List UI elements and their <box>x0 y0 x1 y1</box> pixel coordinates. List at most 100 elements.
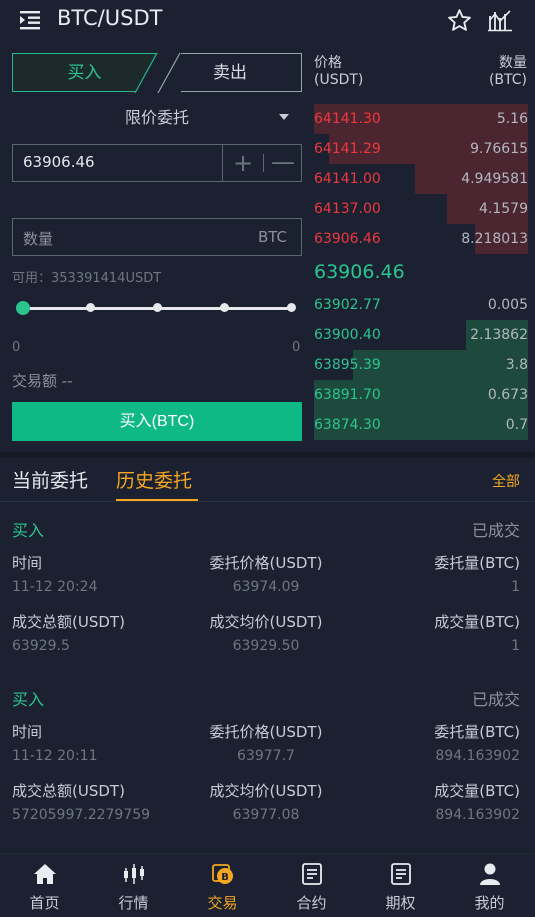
header-line: 价格 <box>314 55 342 71</box>
nav-label: 交易 <box>207 894 238 912</box>
nav-options[interactable]: 期权 <box>356 854 445 917</box>
header-line: 数量 <box>499 55 527 71</box>
nav-profile[interactable]: 我的 <box>445 854 534 917</box>
decrease-price-button[interactable]: — <box>271 149 295 177</box>
bid-row[interactable]: 63902.77 0.005 <box>314 290 528 320</box>
ask-row[interactable]: 64141.00 4.949581 <box>314 164 528 194</box>
header-line: (USDT) <box>314 72 364 88</box>
ask-price: 64137.00 <box>314 201 381 217</box>
ask-price: 63906.46 <box>314 231 381 247</box>
bid-price: 63891.70 <box>314 387 381 403</box>
nav-trade[interactable]: B 交易 <box>178 854 267 917</box>
slider-step-75[interactable] <box>220 303 229 312</box>
slider-step-100[interactable] <box>287 303 296 312</box>
section-divider <box>0 452 535 458</box>
history-order-card[interactable]: 买入 已成交 时间 委托价格(USDT) 委托量(BTC) 11-12 20:1… <box>0 686 535 854</box>
orderbook-price-header: 价格 (USDT) <box>314 55 363 89</box>
ask-row[interactable]: 64137.00 4.1579 <box>314 194 528 224</box>
slider-step-50[interactable] <box>153 303 162 312</box>
nav-label: 期权 <box>385 894 416 912</box>
bid-qty: 0.673 <box>487 387 528 403</box>
bottom-nav: 首页 行情 B 交易 合约 期权 我的 <box>0 853 535 917</box>
order-filled: 894.163902 <box>435 807 520 823</box>
ask-qty: 9.76615 <box>470 141 528 157</box>
trade-coin-icon: B <box>212 864 233 884</box>
order-status: 已成交 <box>471 521 520 540</box>
tab-current-orders[interactable]: 当前委托 <box>12 466 88 493</box>
available-balance: 可用：353391414USDT <box>12 271 162 286</box>
ask-row[interactable]: 64141.29 9.76615 <box>314 134 528 164</box>
chart-icon[interactable] <box>488 8 512 32</box>
menu-collapse-icon[interactable] <box>20 10 42 30</box>
buy-button[interactable]: 买入(BTC) <box>12 402 302 441</box>
star-icon[interactable] <box>447 8 472 33</box>
order-side: 买入 <box>12 690 45 709</box>
tab-divider <box>134 52 181 94</box>
divider <box>0 501 535 502</box>
nav-label: 行情 <box>118 894 149 912</box>
bid-row[interactable]: 63900.40 2.13862 <box>314 320 528 350</box>
order-filled: 1 <box>511 638 520 654</box>
bid-qty: 3.8 <box>505 357 528 373</box>
label-filled: 成交量(BTC) <box>434 782 520 800</box>
header-line: (BTC) <box>488 72 527 88</box>
caret-down-icon[interactable] <box>279 114 289 120</box>
label-order-amount: 委托量(BTC) <box>434 723 520 741</box>
page-title[interactable]: BTC/USDT <box>57 6 162 30</box>
history-order-card[interactable]: 买入 已成交 时间 委托价格(USDT) 委托量(BTC) 11-12 20:2… <box>0 517 535 685</box>
order-price: 63974.09 <box>232 579 300 595</box>
ask-price: 64141.29 <box>314 141 381 157</box>
order-amount: 1 <box>511 579 520 595</box>
ask-qty: 5.16 <box>496 111 528 127</box>
increase-price-button[interactable]: + <box>231 149 255 177</box>
bid-qty: 2.13862 <box>470 327 528 343</box>
slider-step-25[interactable] <box>86 303 95 312</box>
divider <box>222 145 223 181</box>
nav-contract[interactable]: 合约 <box>267 854 356 917</box>
header: BTC/USDT <box>0 0 535 42</box>
candlestick-icon <box>124 864 144 884</box>
order-side: 买入 <box>12 521 45 540</box>
orderbook-qty-header: 数量 (BTC) <box>489 55 527 89</box>
svg-text:B: B <box>221 872 229 883</box>
contract-icon <box>302 863 322 885</box>
price-value[interactable]: 63906.46 <box>23 153 95 171</box>
ask-price: 64141.30 <box>314 111 381 127</box>
ask-price: 64141.00 <box>314 171 381 187</box>
divider <box>263 154 264 172</box>
tab-order-history[interactable]: 历史委托 <box>116 466 192 493</box>
ask-qty: 8.218013 <box>461 231 528 247</box>
ask-row[interactable]: 63906.46 8.218013 <box>314 224 528 254</box>
nav-label: 合约 <box>296 894 327 912</box>
bid-price: 63902.77 <box>314 297 381 313</box>
quantity-input[interactable]: 数量 BTC <box>12 218 302 256</box>
bid-price: 63895.39 <box>314 357 381 373</box>
bid-row[interactable]: 63874.30 0.7 <box>314 410 528 440</box>
view-all-link[interactable]: 全部 <box>492 471 520 491</box>
bid-price: 63874.30 <box>314 417 381 433</box>
bid-qty: 0.7 <box>505 417 528 433</box>
profile-icon <box>480 863 500 885</box>
bid-row[interactable]: 63895.39 3.8 <box>314 350 528 380</box>
quantity-unit: BTC <box>257 228 287 246</box>
last-price[interactable]: 63906.46 <box>314 261 405 283</box>
bid-row[interactable]: 63891.70 0.673 <box>314 380 528 410</box>
options-icon <box>391 863 411 885</box>
nav-label: 首页 <box>29 894 60 912</box>
order-amount: 894.163902 <box>435 748 520 764</box>
slider-handle[interactable] <box>16 301 30 315</box>
ask-row[interactable]: 64141.30 5.16 <box>314 104 528 134</box>
nav-home[interactable]: 首页 <box>0 854 89 917</box>
price-input[interactable]: 63906.46 + — <box>12 144 302 182</box>
quantity-placeholder: 数量 <box>23 230 54 248</box>
bid-price: 63900.40 <box>314 327 381 343</box>
nav-label: 我的 <box>474 894 505 912</box>
bid-qty: 0.005 <box>487 297 528 313</box>
nav-market[interactable]: 行情 <box>89 854 178 917</box>
slider-min-label: 0 <box>12 340 21 355</box>
ask-qty: 4.1579 <box>479 201 528 217</box>
trade-amount: 交易额 -- <box>12 372 73 390</box>
order-type-select[interactable]: 限价委托 <box>12 104 302 132</box>
slider-max-label: 0 <box>292 340 301 355</box>
ask-qty: 4.949581 <box>461 171 528 187</box>
